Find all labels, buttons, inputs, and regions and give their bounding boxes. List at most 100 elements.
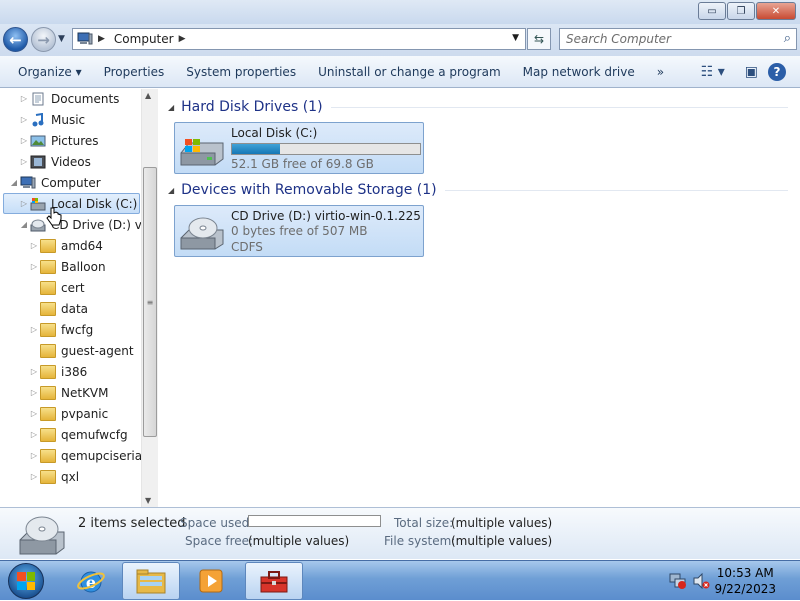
tree-item-guest-agent[interactable]: guest-agent — [28, 340, 134, 361]
address-dropdown-icon[interactable]: ▼ — [512, 33, 519, 43]
volume-muted-icon[interactable] — [692, 573, 710, 589]
more-commands-button[interactable]: » — [646, 65, 675, 79]
expand-arrow-icon[interactable]: ▷ — [28, 367, 40, 376]
tree-item-data[interactable]: data — [28, 298, 88, 319]
expand-arrow-icon[interactable]: ▷ — [28, 472, 40, 481]
search-placeholder: Search Computer — [566, 32, 671, 46]
folder-icon — [40, 448, 56, 463]
properties-button[interactable]: Properties — [93, 65, 176, 79]
navigation-scrollbar[interactable]: ▲ ≡ ▼ — [141, 89, 158, 507]
refresh-button[interactable]: ⇆ — [527, 28, 551, 50]
uninstall-program-button[interactable]: Uninstall or change a program — [307, 65, 512, 79]
system-clock[interactable]: 10:53 AM 9/22/2023 — [714, 565, 776, 597]
drive-filesystem: CDFS — [231, 240, 263, 254]
tree-item-cert[interactable]: cert — [28, 277, 85, 298]
expand-arrow-icon[interactable]: ▷ — [28, 430, 40, 439]
drive-free-space: 52.1 GB free of 69.8 GB — [231, 157, 374, 171]
address-bar[interactable]: ▶ Computer ▶ ▼ — [72, 28, 526, 50]
forward-button[interactable]: → — [31, 27, 56, 52]
breadcrumb-separator[interactable]: ▶ — [98, 34, 105, 44]
arrow-left-icon: ← — [9, 30, 22, 49]
breadcrumb-computer[interactable]: Computer — [114, 32, 174, 46]
tree-item-cd-drive-d-virtio-win-0-1-225[interactable]: ◢CD Drive (D:) virtio-win-0.1.225 — [18, 214, 158, 235]
scrollbar-thumb[interactable]: ≡ — [143, 167, 157, 437]
tree-item-music[interactable]: ▷ Music — [18, 109, 85, 130]
videos-icon — [30, 155, 46, 169]
tree-item-local-disk-c[interactable]: ▷ Local Disk (C:) — [18, 193, 137, 214]
system-properties-button[interactable]: System properties — [175, 65, 307, 79]
tree-item-amd64[interactable]: ▷ amd64 — [28, 235, 103, 256]
folder-icon — [40, 385, 56, 400]
start-button[interactable] — [8, 563, 44, 599]
folder-icon — [40, 364, 56, 379]
organize-button[interactable]: Organize ▾ — [0, 65, 93, 79]
tree-item-qxl[interactable]: ▷ qxl — [28, 466, 79, 487]
network-error-icon[interactable] — [669, 573, 687, 589]
search-input[interactable]: Search Computer ⌕ — [559, 28, 797, 50]
minimize-button[interactable]: ▭ — [698, 2, 726, 20]
expand-arrow-icon[interactable]: ▷ — [28, 325, 40, 334]
tree-item-netkvm[interactable]: ▷ NetKVM — [28, 382, 109, 403]
scroll-up-icon[interactable]: ▲ — [145, 91, 151, 100]
tree-item-qemupciserial[interactable]: ▷ qemupciserial — [28, 445, 145, 466]
expand-arrow-icon[interactable]: ▷ — [18, 157, 30, 166]
tree-item-balloon[interactable]: ▷ Balloon — [28, 256, 106, 277]
tree-item-label: i386 — [61, 364, 88, 379]
help-icon[interactable]: ? — [768, 63, 786, 81]
tree-item-videos[interactable]: ▷ Videos — [18, 151, 91, 172]
group-header-removable-storage[interactable]: ◢ Devices with Removable Storage (1) — [168, 180, 788, 200]
tree-item-pvpanic[interactable]: ▷ pvpanic — [28, 403, 108, 424]
expand-arrow-icon[interactable]: ▷ — [28, 409, 40, 418]
drive-name: CD Drive (D:) virtio-win-0.1.225 — [231, 209, 421, 223]
collapse-arrow-icon[interactable]: ◢ — [8, 178, 20, 187]
tree-item-fwcfg[interactable]: ▷ fwcfg — [28, 319, 93, 340]
expand-arrow-icon[interactable]: ▷ — [28, 388, 40, 397]
taskbar-media-player[interactable] — [182, 562, 240, 600]
collapse-group-icon[interactable]: ◢ — [168, 103, 174, 112]
total-size-label: Total size: — [394, 516, 454, 530]
drive-tile-cd-drive[interactable]: CD Drive (D:) virtio-win-0.1.225 0 bytes… — [174, 205, 424, 257]
expand-arrow-icon[interactable]: ▷ — [28, 451, 40, 460]
expand-arrow-icon[interactable]: ▷ — [18, 199, 30, 208]
content-pane: ◢ Hard Disk Drives (1) Local Disk (C:) 5… — [160, 89, 800, 507]
tree-item-pictures[interactable]: ▷ Pictures — [18, 130, 99, 151]
expand-arrow-icon[interactable]: ▷ — [28, 262, 40, 271]
expand-arrow-icon[interactable]: ▷ — [18, 136, 30, 145]
search-icon[interactable]: ⌕ — [784, 31, 791, 46]
group-header-hard-disk-drives[interactable]: ◢ Hard Disk Drives (1) — [168, 97, 788, 117]
close-button[interactable]: ✕ — [756, 2, 796, 20]
change-view-icon[interactable]: ☷ ▾ — [701, 64, 725, 80]
expand-arrow-icon[interactable]: ▷ — [18, 115, 30, 124]
scroll-down-icon[interactable]: ▼ — [145, 496, 151, 505]
tree-item-i386[interactable]: ▷ i386 — [28, 361, 87, 382]
clock-date: 9/22/2023 — [714, 582, 776, 596]
tree-item-documents[interactable]: ▷ Documents — [18, 89, 120, 109]
space-used-bar — [248, 515, 381, 527]
total-size-value: (multiple values) — [451, 516, 553, 530]
taskbar-internet-explorer[interactable]: e — [62, 562, 120, 600]
tree-item-label: qemufwcfg — [61, 427, 128, 442]
maximize-button[interactable]: ❐ — [727, 2, 755, 20]
drive-tile-local-disk[interactable]: Local Disk (C:) 52.1 GB free of 69.8 GB — [174, 122, 424, 174]
title-bar: ▭ ❐ ✕ — [0, 0, 800, 24]
tree-item-computer[interactable]: ◢ Computer — [8, 172, 101, 193]
map-network-drive-button[interactable]: Map network drive — [512, 65, 646, 79]
tree-item-label: Videos — [51, 154, 91, 169]
taskbar-toolbox-app[interactable] — [245, 562, 303, 600]
back-button[interactable]: ← — [3, 27, 28, 52]
recent-pages-dropdown[interactable]: ▼ — [58, 34, 65, 44]
taskbar-windows-explorer[interactable] — [122, 562, 180, 600]
group-divider — [444, 189, 788, 191]
computer-icon — [77, 32, 93, 46]
preview-pane-icon[interactable]: ▣ — [745, 64, 758, 80]
expand-arrow-icon[interactable]: ▷ — [28, 241, 40, 250]
details-pane: 2 items selected Space used: Space free:… — [0, 507, 800, 559]
navigation-pane: ▷ Documents ▷ Music ▷ Pictures ▷ Videos ◢ Compute… — [0, 89, 158, 507]
tree-item-qemufwcfg[interactable]: ▷ qemufwcfg — [28, 424, 128, 445]
collapse-arrow-icon[interactable]: ◢ — [18, 220, 30, 229]
tree-item-label: amd64 — [61, 238, 103, 253]
collapse-group-icon[interactable]: ◢ — [168, 186, 174, 195]
expand-arrow-icon[interactable]: ▷ — [18, 94, 30, 103]
breadcrumb-separator[interactable]: ▶ — [179, 34, 186, 44]
tree-item-label: qemupciserial — [61, 448, 146, 463]
